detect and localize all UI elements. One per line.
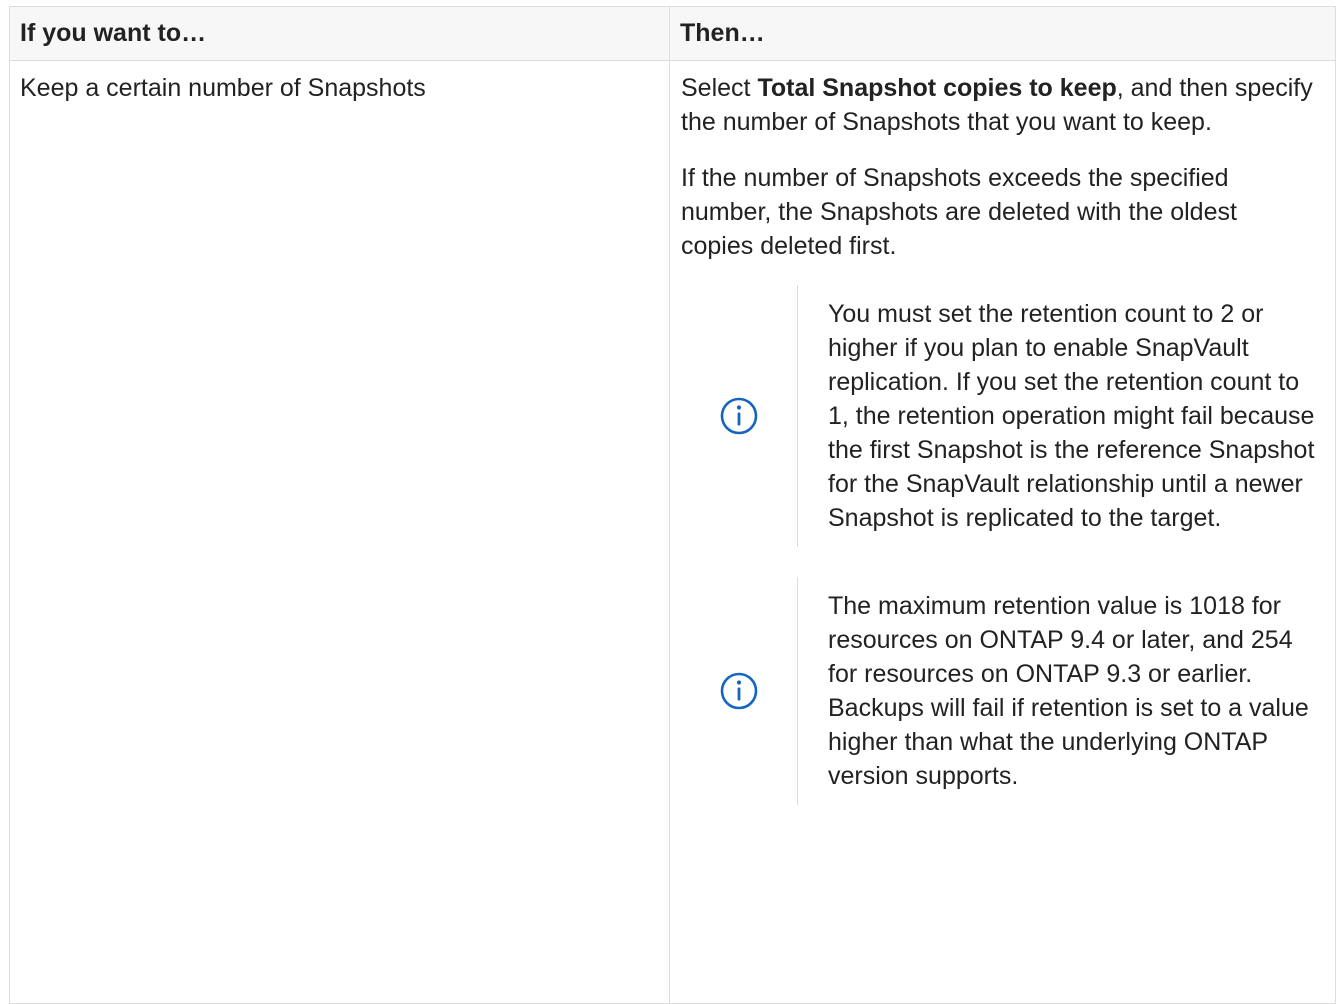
note-icon-column [681,577,798,805]
note-retention-count: You must set the retention count to 2 or… [681,285,1315,547]
table-header-row: If you want to… Then… [9,6,1336,61]
action-prefix: Select [681,74,758,102]
ui-option-name: Total Snapshot copies to keep [757,74,1117,102]
deletion-paragraph: If the number of Snapshots exceeds the s… [681,164,1237,260]
action-paragraph: Select Total Snapshot copies to keep, an… [681,71,1315,139]
note-text: The maximum retention value is 1018 for … [828,592,1309,790]
action-cell: Select Total Snapshot copies to keep, an… [669,60,1336,1004]
info-icon [720,397,758,435]
condition-text: Keep a certain number of Snapshots [20,74,426,102]
table-row: Keep a certain number of Snapshots Selec… [9,60,1336,1004]
note-maximum-retention: The maximum retention value is 1018 for … [681,577,1315,805]
header-action: Then… [669,6,1336,61]
header-condition: If you want to… [9,6,670,61]
info-icon [720,672,758,710]
retention-options-table: If you want to… Then… Keep a certain num… [9,6,1336,1004]
note-text: You must set the retention count to 2 or… [828,300,1315,532]
condition-cell: Keep a certain number of Snapshots [9,60,670,1004]
note-icon-column [681,285,798,547]
